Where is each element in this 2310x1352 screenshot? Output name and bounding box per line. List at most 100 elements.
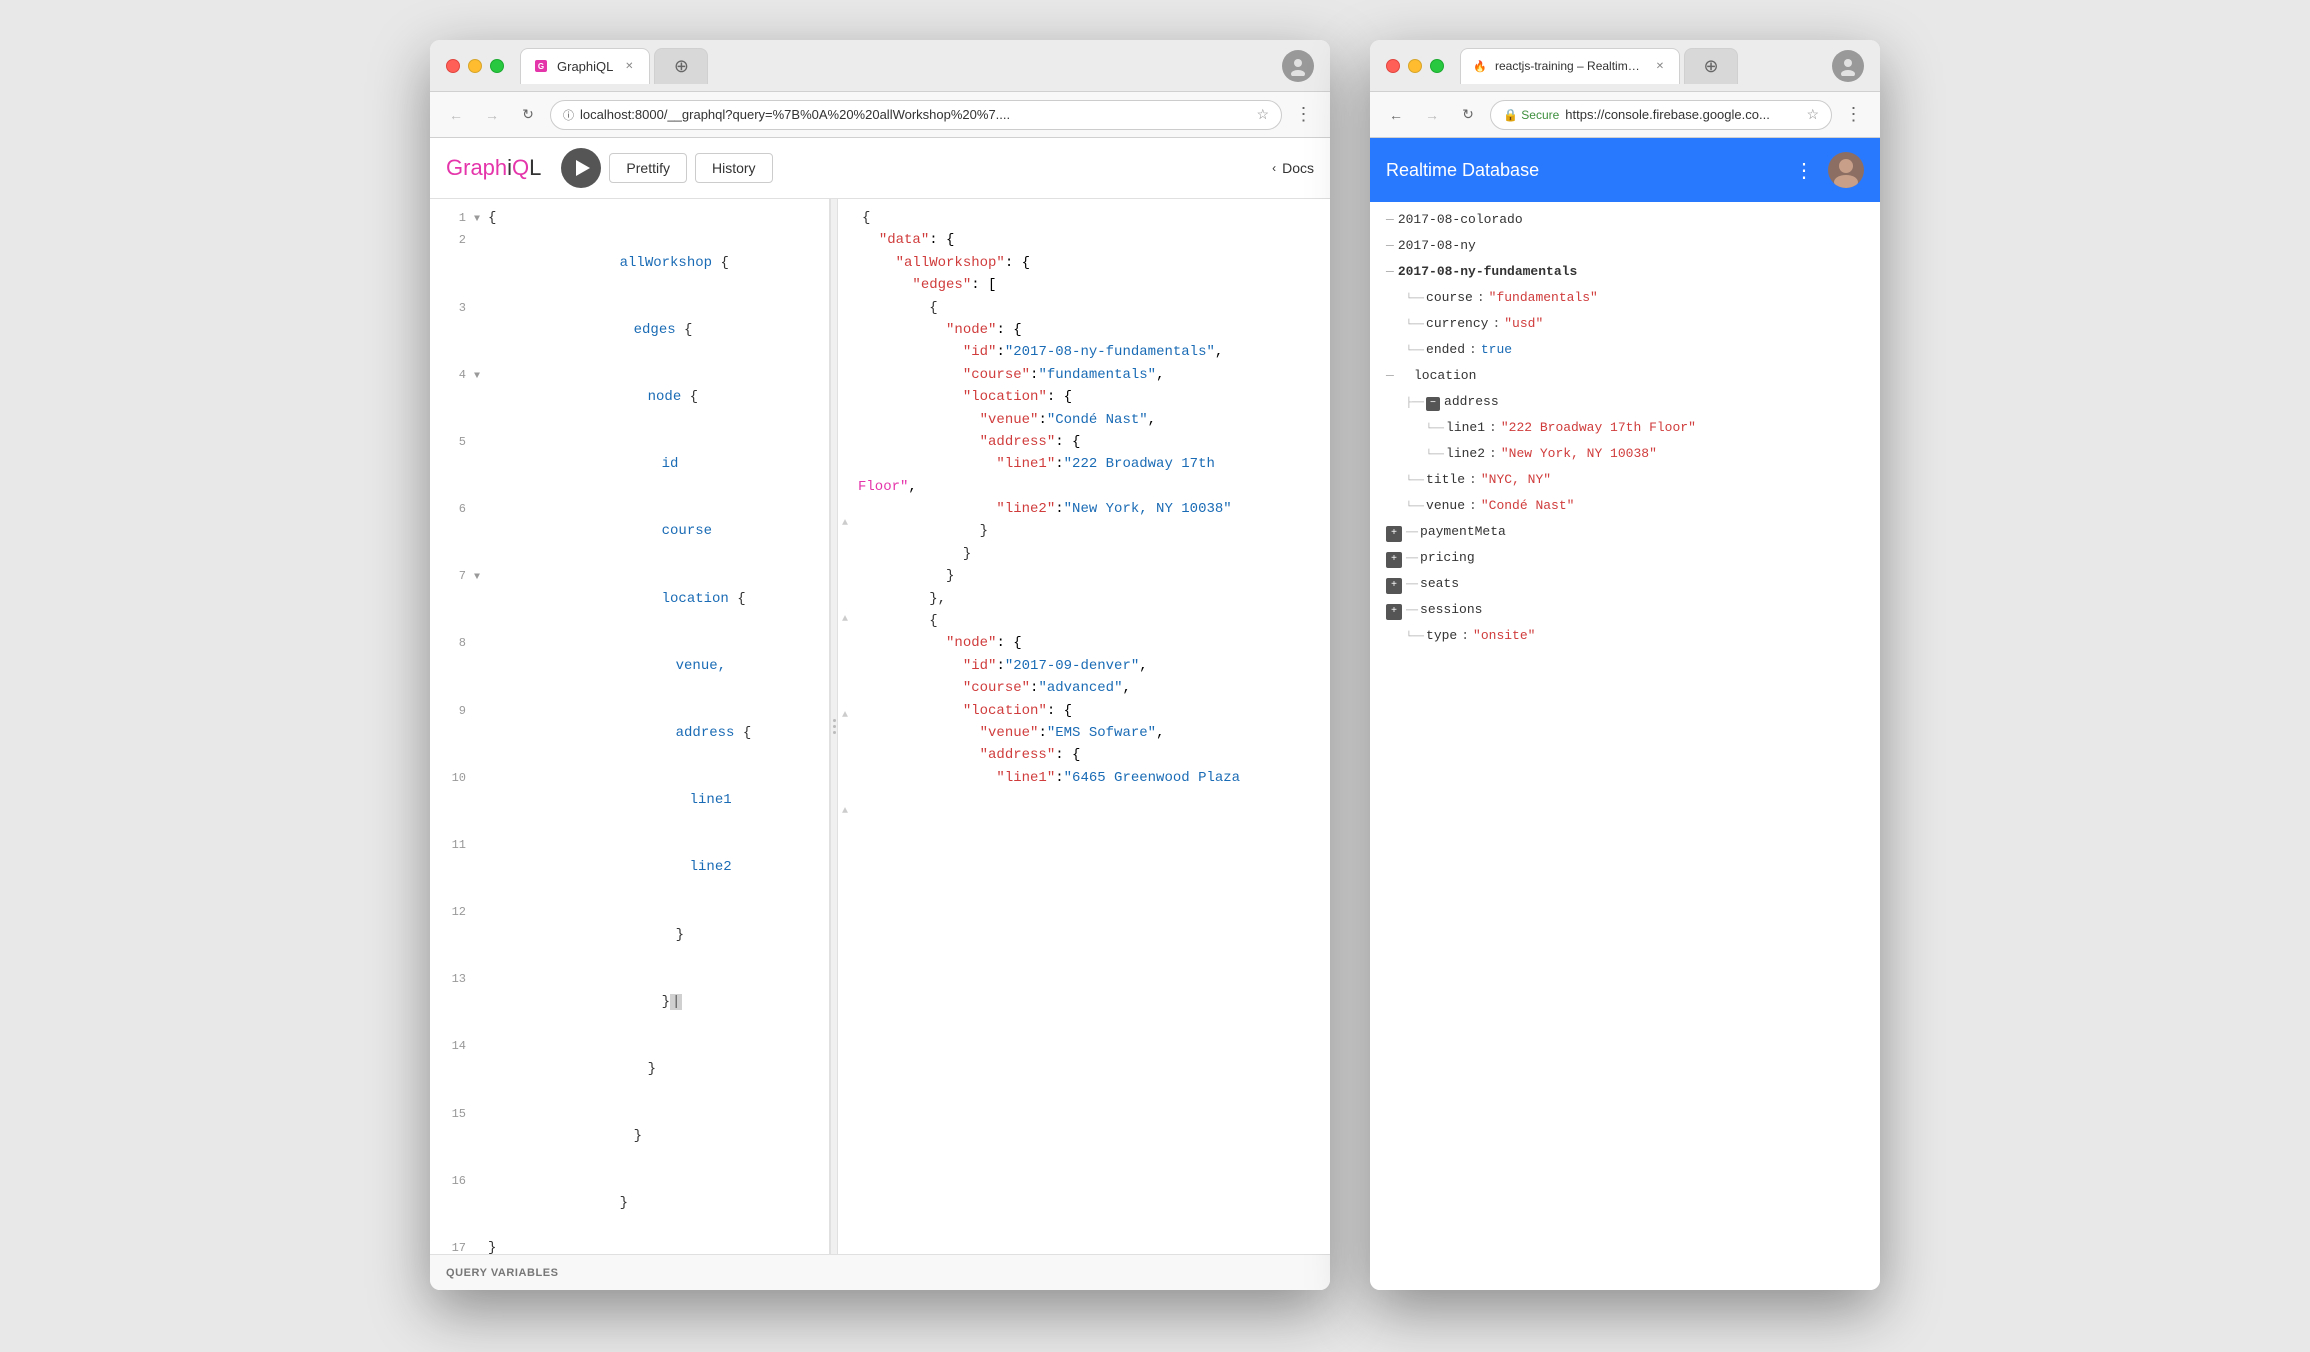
docs-chevron: ‹	[1272, 161, 1276, 175]
traffic-lights	[446, 59, 504, 73]
query-variables-label: QUERY VARIABLES	[446, 1267, 559, 1279]
tree-node-sessions[interactable]: + ── sessions	[1370, 600, 1880, 626]
url-bar[interactable]: ⓘ localhost:8000/__graphql?query=%7B%0A%…	[550, 100, 1282, 130]
tree-leaf-type[interactable]: └── type : "onsite"	[1370, 626, 1880, 652]
tree-node-address[interactable]: ├── − address	[1370, 392, 1880, 418]
code-line: 3 edges {	[430, 297, 829, 364]
firebase-header-menu[interactable]: ⋮	[1794, 158, 1816, 183]
bookmark-icon[interactable]: ☆	[1256, 106, 1269, 123]
collapse-address-button[interactable]: −	[1426, 397, 1440, 411]
docs-button[interactable]: ‹ Docs	[1272, 160, 1314, 176]
firebase-forward-button[interactable]: →	[1418, 101, 1446, 129]
result-json: { "data": { "allWorkshop": { "edges": [ …	[838, 199, 1330, 797]
tree-node-seats[interactable]: + ── seats	[1370, 574, 1880, 600]
firebase-new-tab[interactable]: ⊕	[1684, 48, 1738, 84]
firebase-address-bar: ← → ↻ 🔒 Secure https://console.firebase.…	[1370, 92, 1880, 138]
firebase-tab-close[interactable]: ✕	[1653, 58, 1667, 74]
code-line: 2 allWorkshop {	[430, 229, 829, 296]
firebase-tab[interactable]: 🔥 reactjs-training – Realtime Dat... ✕	[1460, 48, 1680, 84]
tree-node-location[interactable]: — location	[1370, 366, 1880, 392]
code-line: 11 line2	[430, 834, 829, 901]
tab-label: GraphiQL	[557, 59, 613, 74]
code-line: 8 venue,	[430, 632, 829, 699]
run-icon	[576, 160, 590, 176]
firebase-menu-icon[interactable]: ⋮	[1840, 101, 1868, 129]
docs-label: Docs	[1282, 160, 1314, 176]
query-code: 1 ▼ { 2 allWorkshop { 3	[430, 199, 829, 1254]
firebase-url-bar[interactable]: 🔒 Secure https://console.firebase.google…	[1490, 100, 1832, 130]
code-line: 16 }	[430, 1170, 829, 1237]
graphiql-toolbar: GraphiQL Prettify History ‹ Docs	[430, 138, 1330, 199]
expand-seats-button[interactable]: +	[1386, 578, 1402, 594]
minimize-button[interactable]	[468, 59, 482, 73]
graphiql-editors: 1 ▼ { 2 allWorkshop { 3	[430, 199, 1330, 1254]
profile-icon[interactable]	[1282, 50, 1314, 82]
tree-leaf-title[interactable]: └── title : "NYC, NY"	[1370, 470, 1880, 496]
tree-node-pricing[interactable]: + ── pricing	[1370, 548, 1880, 574]
panel-divider[interactable]	[830, 199, 838, 1254]
firebase-tab-label: reactjs-training – Realtime Dat...	[1495, 59, 1645, 73]
graphiql-tab[interactable]: G GraphiQL ✕	[520, 48, 650, 84]
new-tab[interactable]: ⊕	[654, 48, 708, 84]
minimize-button-firebase[interactable]	[1408, 59, 1422, 73]
firebase-profile-icon[interactable]	[1832, 50, 1864, 82]
close-button-firebase[interactable]	[1386, 59, 1400, 73]
firebase-new-tab-icon: ⊕	[1697, 52, 1725, 80]
address-bar: ← → ↻ ⓘ localhost:8000/__graphql?query=%…	[430, 92, 1330, 138]
tab-close-button[interactable]: ✕	[621, 58, 637, 74]
code-line: 6 course	[430, 498, 829, 565]
run-button[interactable]	[561, 148, 601, 188]
secure-label: 🔒 Secure	[1503, 108, 1559, 122]
tree-item[interactable]: — 2017-08-ny	[1370, 236, 1880, 262]
traffic-lights-firebase	[1386, 59, 1444, 73]
history-button[interactable]: History	[695, 153, 773, 183]
tree-item[interactable]: — 2017-08-colorado	[1370, 210, 1880, 236]
firebase-refresh-button[interactable]: ↻	[1454, 101, 1482, 129]
expand-pricing-button[interactable]: +	[1386, 552, 1402, 568]
menu-icon[interactable]: ⋮	[1290, 101, 1318, 129]
tree-leaf-currency[interactable]: └── currency : "usd"	[1370, 314, 1880, 340]
code-line: 9 address {	[430, 700, 829, 767]
code-line: 7 ▼ location {	[430, 565, 829, 632]
query-editor[interactable]: 1 ▼ { 2 allWorkshop { 3	[430, 199, 830, 1254]
result-panel[interactable]: ▲ ▲ ▲ ▲ { "data": { "allWorkshop": { "ed…	[838, 199, 1330, 1254]
expand-paymentmeta-button[interactable]: +	[1386, 526, 1402, 542]
query-variables-bar[interactable]: QUERY VARIABLES	[430, 1254, 1330, 1290]
prettify-button[interactable]: Prettify	[609, 153, 687, 183]
tree-item-ny-fundamentals[interactable]: — 2017-08-ny-fundamentals	[1370, 262, 1880, 288]
expand-sessions-button[interactable]: +	[1386, 604, 1402, 620]
tree-node-paymentmeta[interactable]: + ── paymentMeta	[1370, 522, 1880, 548]
firebase-user-avatar[interactable]	[1828, 152, 1864, 188]
forward-button[interactable]: →	[478, 101, 506, 129]
security-icon: ⓘ	[563, 107, 574, 123]
close-button[interactable]	[446, 59, 460, 73]
firebase-tabs-bar: 🔥 reactjs-training – Realtime Dat... ✕ ⊕	[1460, 48, 1864, 84]
firebase-title-bar: 🔥 reactjs-training – Realtime Dat... ✕ ⊕	[1370, 40, 1880, 92]
code-line: 13 }|	[430, 968, 829, 1035]
firebase-db-title: Realtime Database	[1386, 160, 1782, 181]
code-line: 14 }	[430, 1035, 829, 1102]
firebase-back-button[interactable]: ←	[1382, 101, 1410, 129]
code-line: 1 ▼ {	[430, 207, 829, 229]
tab-favicon: G	[533, 58, 549, 74]
graphiql-window: G GraphiQL ✕ ⊕ ← → ↻ ⓘ localhost:8000/_	[430, 40, 1330, 1290]
maximize-button[interactable]	[490, 59, 504, 73]
code-line: 17 }	[430, 1237, 829, 1254]
svg-text:G: G	[538, 62, 544, 71]
refresh-button[interactable]: ↻	[514, 101, 542, 129]
divider-dots	[833, 719, 836, 734]
maximize-button-firebase[interactable]	[1430, 59, 1444, 73]
tree-leaf-ended[interactable]: └── ended : true	[1370, 340, 1880, 366]
code-line: 4 ▼ node {	[430, 364, 829, 431]
back-button[interactable]: ←	[442, 101, 470, 129]
tree-leaf-venue[interactable]: └── venue : "Condé Nast"	[1370, 496, 1880, 522]
code-line: 12 }	[430, 901, 829, 968]
new-tab-icon: ⊕	[667, 52, 695, 80]
tree-leaf-line1[interactable]: └── line1 : "222 Broadway 17th Floor"	[1370, 418, 1880, 444]
tree-leaf-line2[interactable]: └── line2 : "New York, NY 10038"	[1370, 444, 1880, 470]
tree-leaf-course[interactable]: └── course : "fundamentals"	[1370, 288, 1880, 314]
firebase-bookmark-icon[interactable]: ☆	[1806, 106, 1819, 123]
code-line: 10 line1	[430, 767, 829, 834]
graphiql-title-bar: G GraphiQL ✕ ⊕	[430, 40, 1330, 92]
firebase-content[interactable]: — 2017-08-colorado — 2017-08-ny — 2017-0…	[1370, 202, 1880, 1290]
